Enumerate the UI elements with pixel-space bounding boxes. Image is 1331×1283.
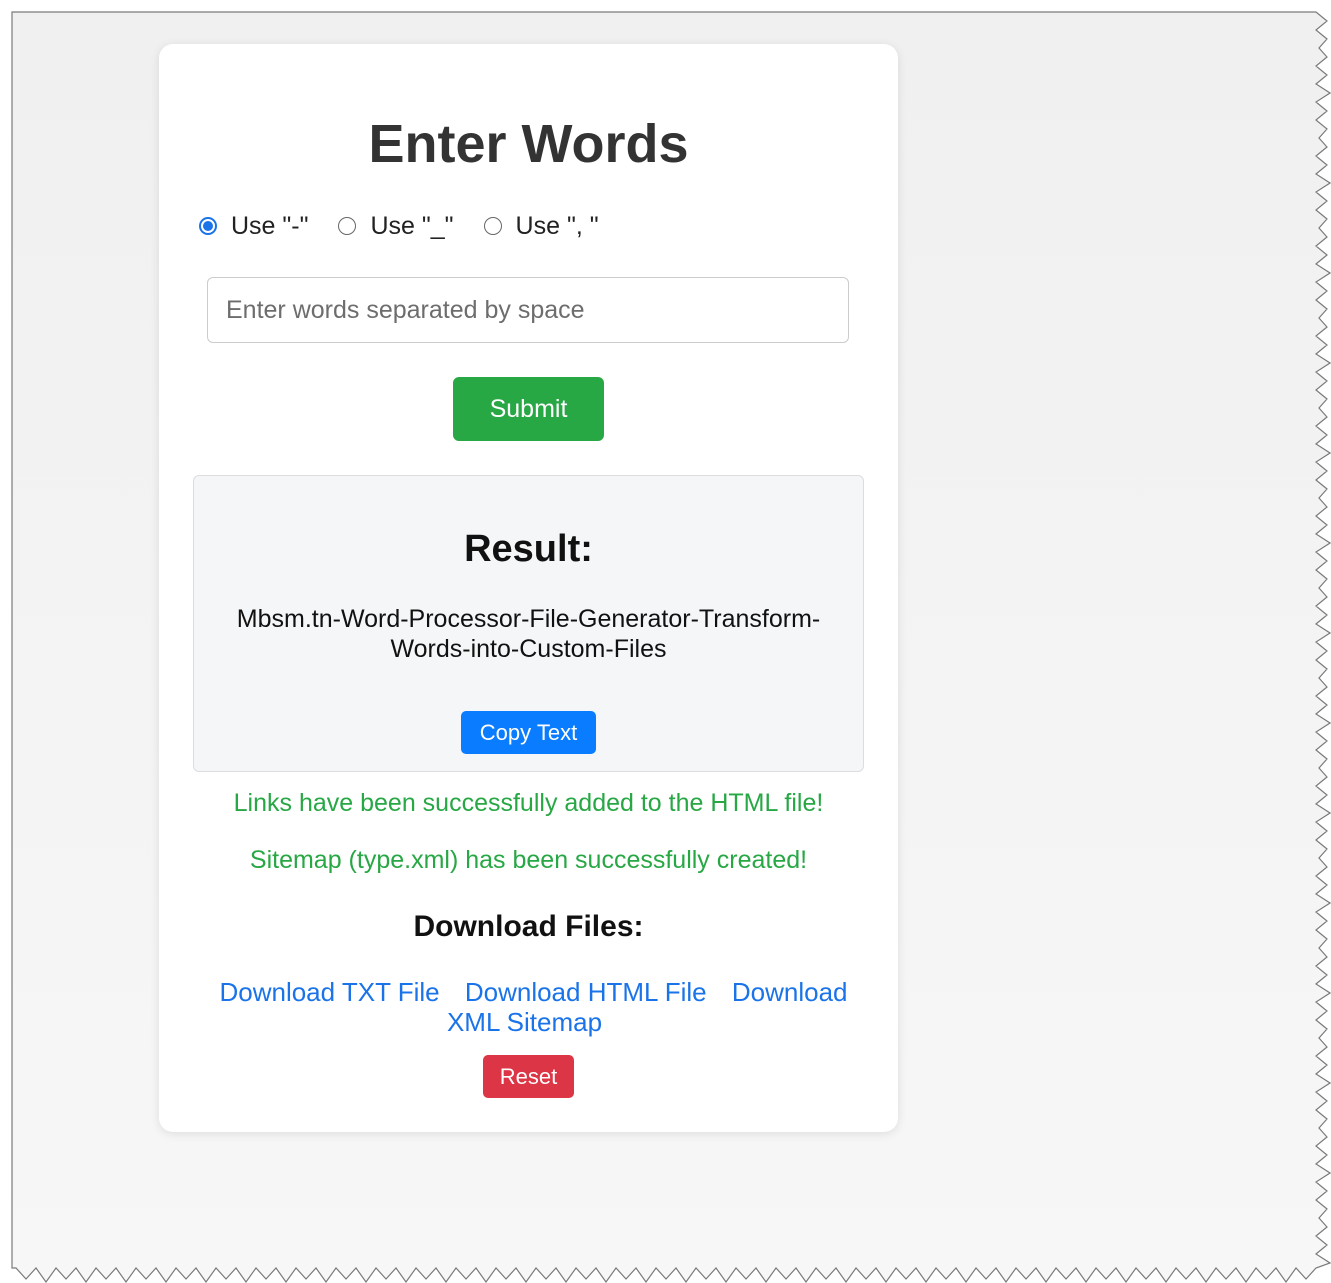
download-files-heading: Download Files: (413, 910, 644, 943)
radio-button-dash[interactable] (199, 217, 217, 235)
links-added-message: Links have been successfully added to th… (233, 789, 824, 817)
words-input[interactable] (207, 277, 849, 343)
radio-option-underscore[interactable]: Use "_" (338, 211, 454, 241)
main-card: Enter Words Use "-" Use "_" Use ", " Sub… (159, 44, 898, 1132)
download-html-link[interactable]: Download HTML File (465, 977, 707, 1007)
screenshot-frame: Enter Words Use "-" Use "_" Use ", " Sub… (0, 0, 1331, 1283)
radio-label-underscore: Use "_" (370, 211, 454, 240)
download-txt-link[interactable]: Download TXT File (219, 977, 439, 1007)
radio-option-dash[interactable]: Use "-" (199, 212, 308, 241)
copy-text-button[interactable]: Copy Text (461, 711, 596, 754)
separator-radio-group: Use "-" Use "_" Use ", " (199, 208, 629, 244)
radio-option-comma[interactable]: Use ", " (483, 211, 599, 241)
result-panel: Result: Mbsm.tn-Word-Processor-File-Gene… (193, 475, 864, 772)
radio-button-comma[interactable] (483, 217, 502, 235)
result-text: Mbsm.tn-Word-Processor-File-Generator-Tr… (236, 605, 821, 663)
submit-button[interactable]: Submit (453, 377, 604, 441)
reset-button[interactable]: Reset (483, 1055, 574, 1098)
result-title: Result: (464, 528, 593, 570)
radio-label-dash: Use "-" (231, 211, 309, 240)
radio-label-comma: Use ", " (515, 211, 599, 240)
page-title: Enter Words (368, 114, 689, 174)
radio-button-underscore[interactable] (338, 217, 357, 235)
download-links: Download TXT File Download HTML File Dow… (199, 977, 859, 1037)
sitemap-created-message: Sitemap (type.xml) has been successfully… (249, 846, 808, 874)
